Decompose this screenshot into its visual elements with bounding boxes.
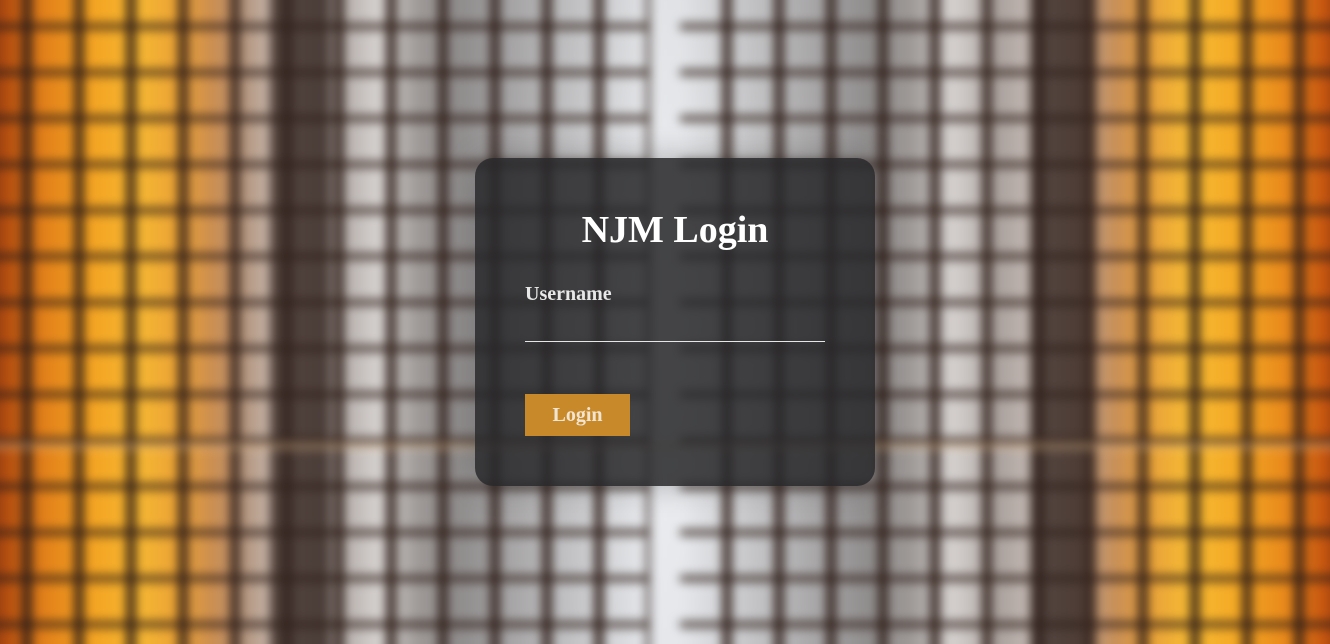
page-title: NJM Login	[581, 209, 769, 251]
username-label: Username	[525, 283, 612, 305]
login-button[interactable]: Login	[525, 394, 630, 436]
building-shadow-left	[270, 0, 330, 644]
login-card: NJM Login Username Login	[475, 158, 875, 486]
username-input[interactable]	[525, 308, 825, 342]
building-shadow-right	[1030, 0, 1090, 644]
